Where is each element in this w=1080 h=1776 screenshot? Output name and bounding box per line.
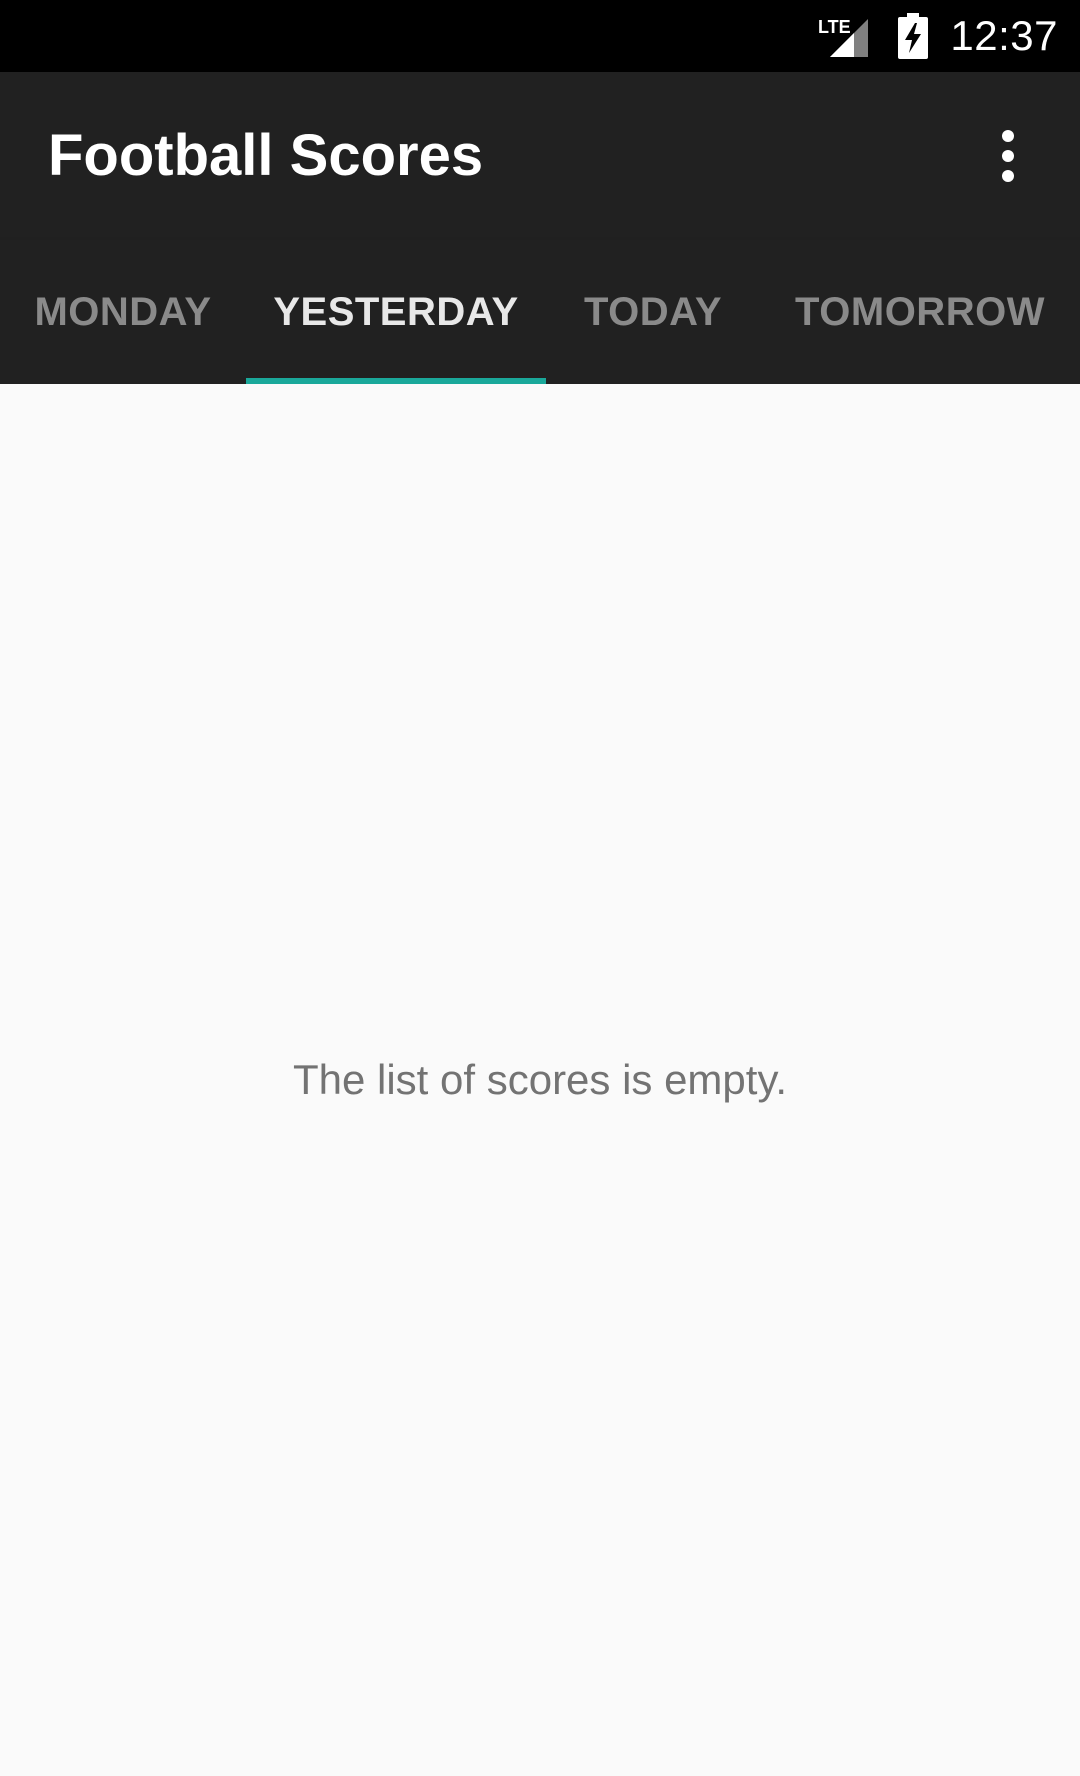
clock: 12:37 bbox=[950, 12, 1058, 59]
app-bar: Football Scores bbox=[0, 72, 1080, 240]
scores-list[interactable]: The list of scores is empty. bbox=[0, 384, 1080, 1776]
tab-yesterday[interactable]: YESTERDAY bbox=[246, 240, 546, 384]
lte-signal-icon: LTE bbox=[818, 13, 874, 59]
battery-charging-icon bbox=[898, 13, 929, 59]
network-label: LTE bbox=[818, 17, 851, 37]
tab-today[interactable]: TODAY bbox=[546, 240, 760, 384]
tab-monday[interactable]: MONDAY bbox=[0, 240, 246, 384]
app-title: Football Scores bbox=[48, 123, 484, 188]
overflow-menu-button[interactable] bbox=[960, 108, 1056, 204]
status-icons: LTE 12:37 bbox=[818, 0, 1058, 72]
empty-list-message: The list of scores is empty. bbox=[292, 1056, 788, 1103]
status-bar: LTE 12:37 bbox=[0, 0, 1080, 72]
more-vert-icon bbox=[1002, 130, 1014, 182]
tab-bar: MONDAY YESTERDAY TODAY TOMORROW bbox=[0, 240, 1080, 384]
tab-tomorrow[interactable]: TOMORROW bbox=[760, 240, 1080, 384]
